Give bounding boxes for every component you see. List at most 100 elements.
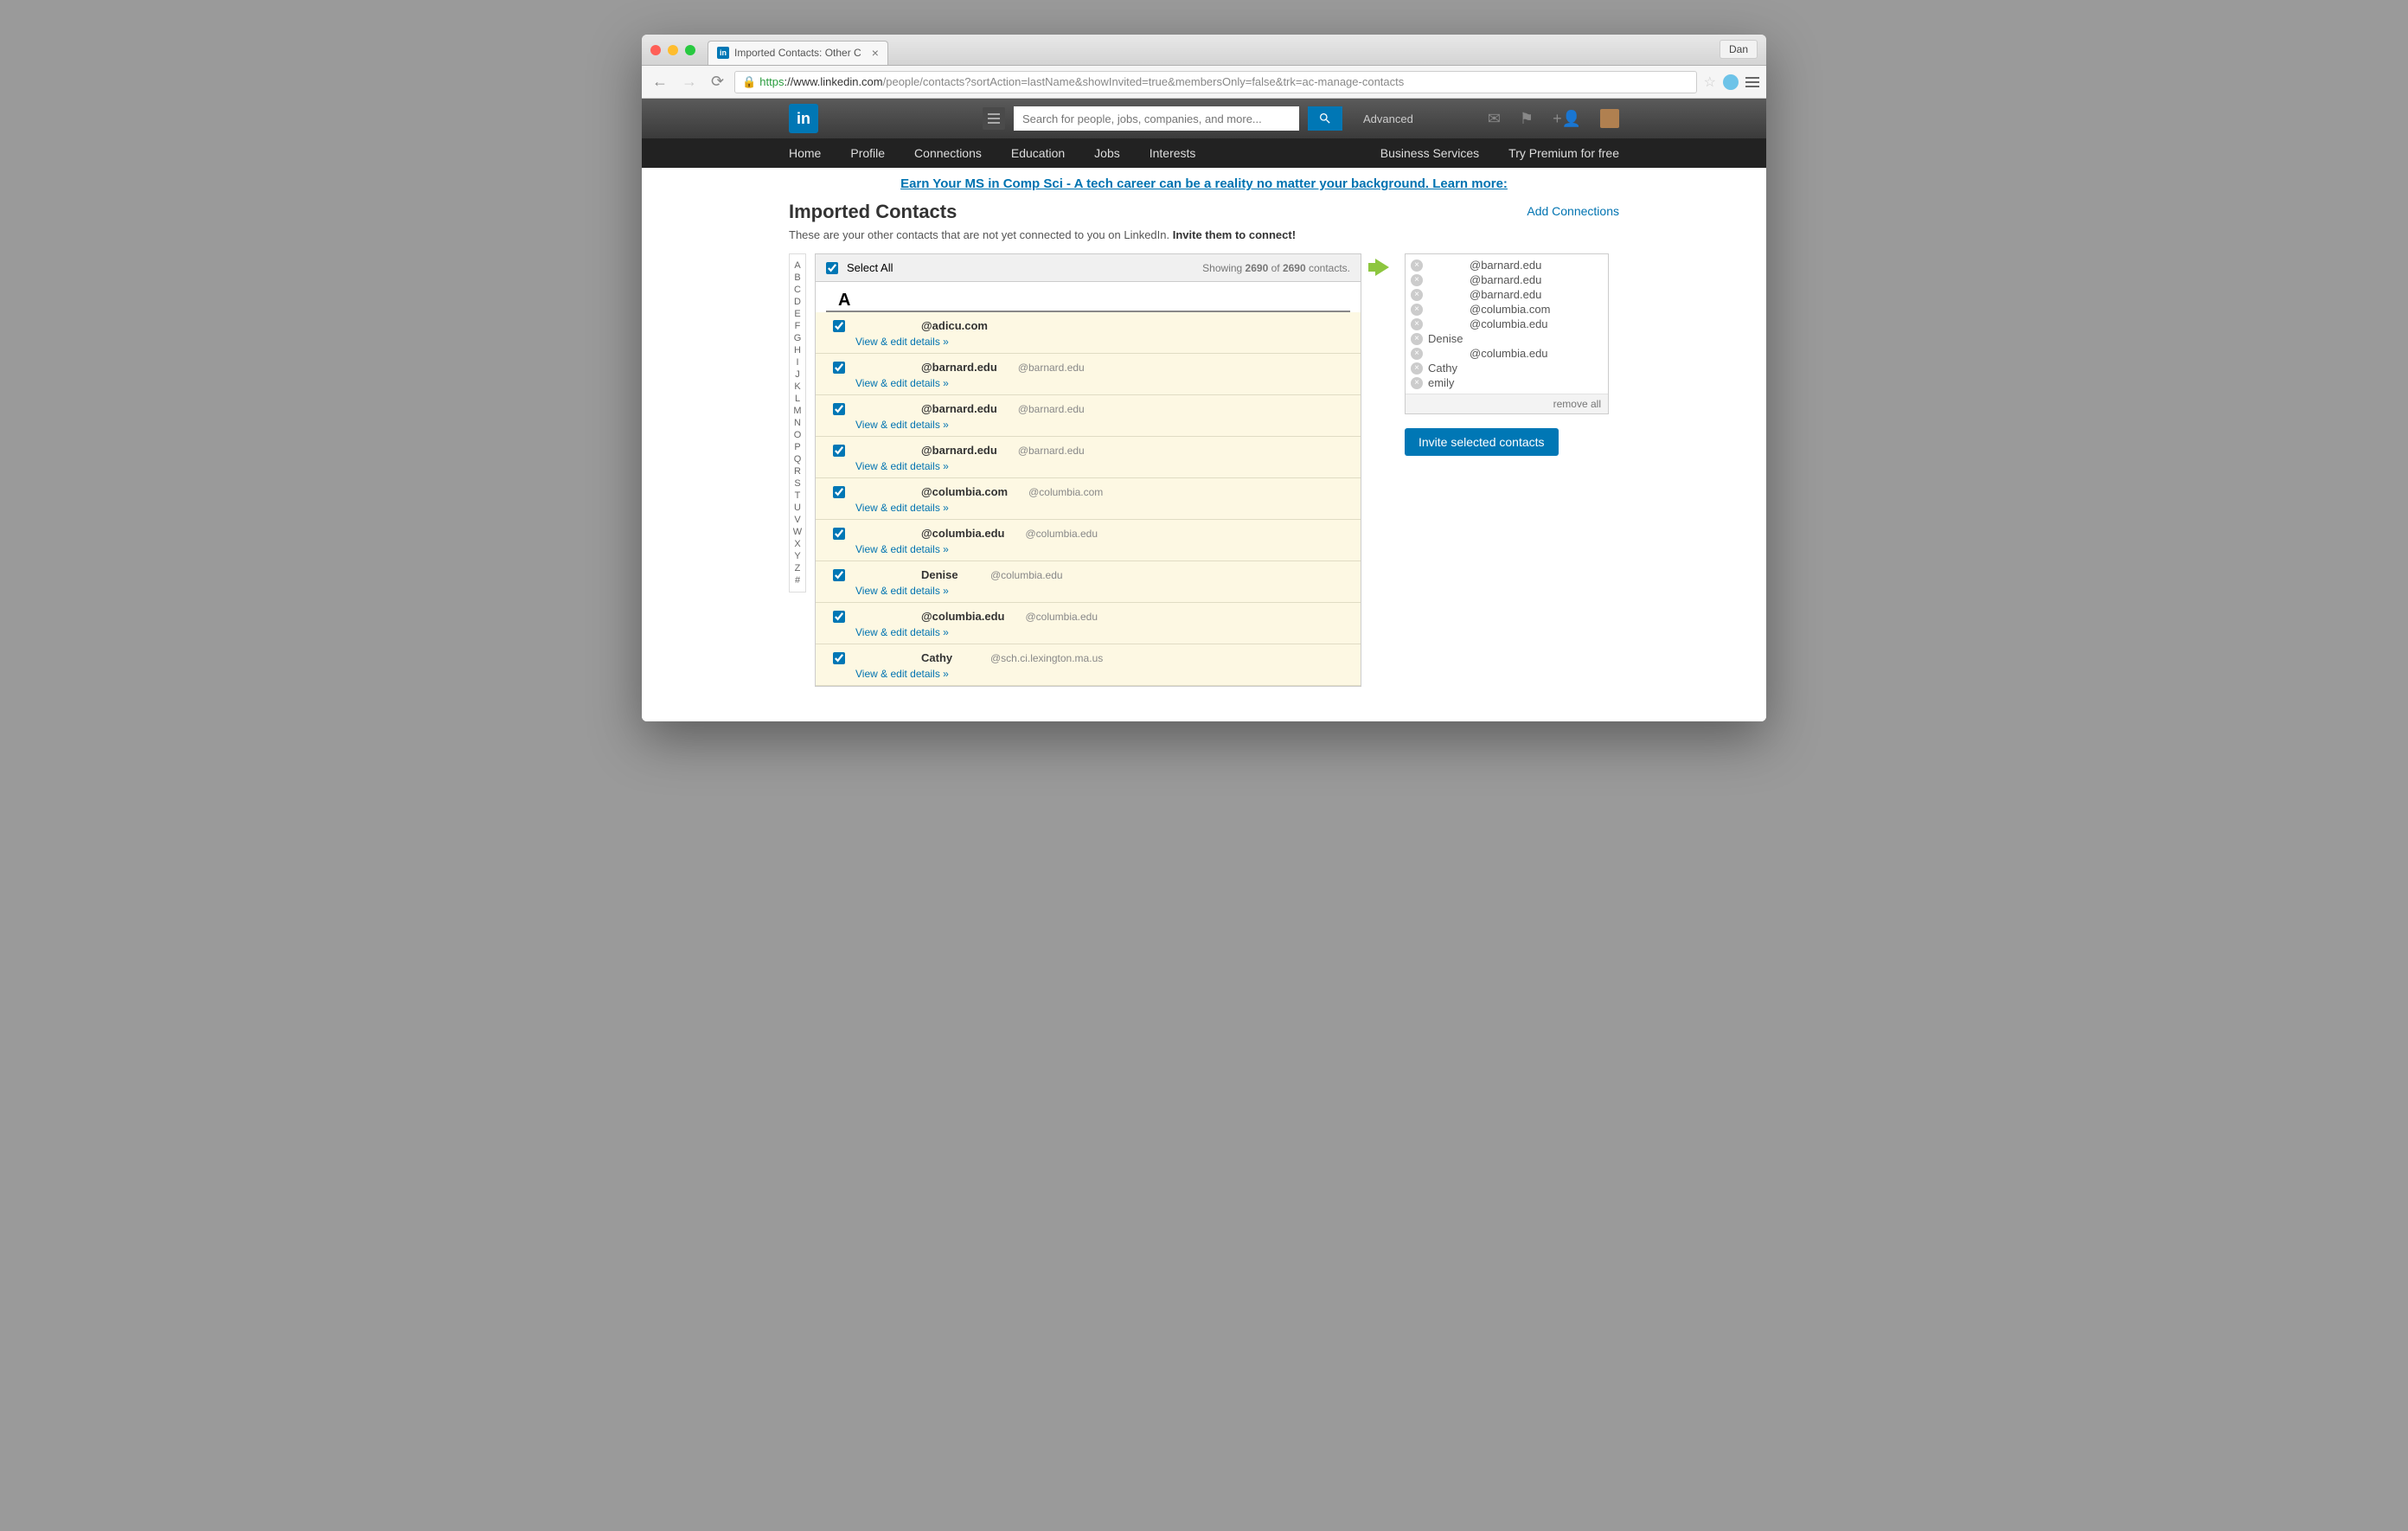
az-letter[interactable]: Q xyxy=(790,453,805,465)
contact-checkbox[interactable] xyxy=(833,652,845,664)
search-input[interactable] xyxy=(1014,106,1299,131)
az-letter[interactable]: # xyxy=(790,574,805,586)
contact-name: Cathy xyxy=(921,651,970,664)
extension-icon[interactable] xyxy=(1723,74,1739,90)
nav-education[interactable]: Education xyxy=(1011,146,1065,160)
alpha-index: ABCDEFGHIJKLMNOPQRSTUVWXYZ# xyxy=(789,253,806,593)
view-edit-link[interactable]: View & edit details » xyxy=(855,585,1350,597)
chrome-menu-icon[interactable] xyxy=(1745,74,1759,90)
contact-checkbox[interactable] xyxy=(833,528,845,540)
nav-business-services[interactable]: Business Services xyxy=(1380,146,1479,160)
advanced-search-link[interactable]: Advanced xyxy=(1363,112,1413,125)
remove-item-icon[interactable]: × xyxy=(1411,274,1423,286)
az-letter[interactable]: S xyxy=(790,477,805,490)
back-button-icon[interactable]: ← xyxy=(649,73,671,91)
contact-checkbox[interactable] xyxy=(833,320,845,332)
az-letter[interactable]: M xyxy=(790,405,805,417)
contact-email: @columbia.edu xyxy=(990,569,1063,581)
az-letter[interactable]: L xyxy=(790,393,805,405)
window-titlebar: in Imported Contacts: Other C × Dan xyxy=(642,35,1766,66)
reload-button-icon[interactable]: ⟳ xyxy=(708,73,727,91)
contact-checkbox[interactable] xyxy=(833,611,845,623)
view-edit-link[interactable]: View & edit details » xyxy=(855,543,1350,555)
nav-interests[interactable]: Interests xyxy=(1150,146,1196,160)
minimize-window-icon[interactable] xyxy=(668,45,678,55)
remove-item-icon[interactable]: × xyxy=(1411,377,1423,389)
az-letter[interactable]: D xyxy=(790,296,805,308)
contact-checkbox[interactable] xyxy=(833,445,845,457)
selected-label: @columbia.edu xyxy=(1428,317,1548,330)
az-letter[interactable]: G xyxy=(790,332,805,344)
az-letter[interactable]: H xyxy=(790,344,805,356)
add-connections-link[interactable]: Add Connections xyxy=(1527,204,1619,218)
view-edit-link[interactable]: View & edit details » xyxy=(855,460,1350,472)
browser-tab[interactable]: in Imported Contacts: Other C × xyxy=(708,41,888,65)
chrome-user-button[interactable]: Dan xyxy=(1720,40,1758,59)
messages-icon[interactable]: ✉ xyxy=(1488,110,1501,128)
az-letter[interactable]: C xyxy=(790,284,805,296)
view-edit-link[interactable]: View & edit details » xyxy=(855,419,1350,431)
contact-checkbox[interactable] xyxy=(833,403,845,415)
linkedin-favicon-icon: in xyxy=(717,47,729,59)
search-button[interactable] xyxy=(1308,106,1342,131)
apps-grip-icon[interactable] xyxy=(983,107,1005,130)
flag-icon[interactable]: ⚑ xyxy=(1520,110,1534,128)
nav-jobs[interactable]: Jobs xyxy=(1094,146,1120,160)
remove-item-icon[interactable]: × xyxy=(1411,362,1423,375)
az-letter[interactable]: I xyxy=(790,356,805,368)
view-edit-link[interactable]: View & edit details » xyxy=(855,336,1350,348)
az-letter[interactable]: W xyxy=(790,526,805,538)
view-edit-link[interactable]: View & edit details » xyxy=(855,626,1350,638)
remove-all-link[interactable]: remove all xyxy=(1406,394,1608,413)
contact-checkbox[interactable] xyxy=(833,569,845,581)
nav-try-premium[interactable]: Try Premium for free xyxy=(1508,146,1619,160)
tab-title: Imported Contacts: Other C xyxy=(734,47,861,59)
az-letter[interactable]: A xyxy=(790,259,805,272)
ad-link[interactable]: Earn Your MS in Comp Sci - A tech career… xyxy=(900,176,1508,191)
az-letter[interactable]: Z xyxy=(790,562,805,574)
nav-profile[interactable]: Profile xyxy=(850,146,885,160)
az-letter[interactable]: E xyxy=(790,308,805,320)
az-letter[interactable]: K xyxy=(790,381,805,393)
view-edit-link[interactable]: View & edit details » xyxy=(855,377,1350,389)
az-letter[interactable]: T xyxy=(790,490,805,502)
tab-close-icon[interactable]: × xyxy=(872,46,879,60)
az-letter[interactable]: Y xyxy=(790,550,805,562)
az-letter[interactable]: F xyxy=(790,320,805,332)
view-edit-link[interactable]: View & edit details » xyxy=(855,668,1350,680)
ad-banner: Earn Your MS in Comp Sci - A tech career… xyxy=(642,168,1766,201)
selected-item: × @barnard.edu xyxy=(1411,272,1603,287)
view-edit-link[interactable]: View & edit details » xyxy=(855,502,1350,514)
close-window-icon[interactable] xyxy=(650,45,661,55)
remove-item-icon[interactable]: × xyxy=(1411,348,1423,360)
address-bar[interactable]: 🔒 https://www.linkedin.com/people/contac… xyxy=(734,71,1697,93)
az-letter[interactable]: B xyxy=(790,272,805,284)
nav-connections[interactable]: Connections xyxy=(914,146,982,160)
user-avatar-icon[interactable] xyxy=(1600,109,1619,128)
az-letter[interactable]: V xyxy=(790,514,805,526)
remove-item-icon[interactable]: × xyxy=(1411,259,1423,272)
maximize-window-icon[interactable] xyxy=(685,45,695,55)
contact-checkbox[interactable] xyxy=(833,486,845,498)
bookmark-star-icon[interactable]: ☆ xyxy=(1704,74,1716,91)
linkedin-logo-icon[interactable]: in xyxy=(789,104,818,133)
remove-item-icon[interactable]: × xyxy=(1411,333,1423,345)
az-letter[interactable]: J xyxy=(790,368,805,381)
select-all-label: Select All xyxy=(847,261,893,274)
select-all-checkbox[interactable] xyxy=(826,262,838,274)
az-letter[interactable]: R xyxy=(790,465,805,477)
invite-selected-button[interactable]: Invite selected contacts xyxy=(1405,428,1559,456)
page-title: Imported Contacts xyxy=(789,201,1619,223)
add-user-icon[interactable]: +👤 xyxy=(1553,110,1581,128)
az-letter[interactable]: O xyxy=(790,429,805,441)
remove-item-icon[interactable]: × xyxy=(1411,304,1423,316)
az-letter[interactable]: N xyxy=(790,417,805,429)
contact-checkbox[interactable] xyxy=(833,362,845,374)
nav-home[interactable]: Home xyxy=(789,146,821,160)
remove-item-icon[interactable]: × xyxy=(1411,318,1423,330)
az-letter[interactable]: P xyxy=(790,441,805,453)
az-letter[interactable]: U xyxy=(790,502,805,514)
forward-button-icon[interactable]: → xyxy=(678,73,701,91)
az-letter[interactable]: X xyxy=(790,538,805,550)
remove-item-icon[interactable]: × xyxy=(1411,289,1423,301)
